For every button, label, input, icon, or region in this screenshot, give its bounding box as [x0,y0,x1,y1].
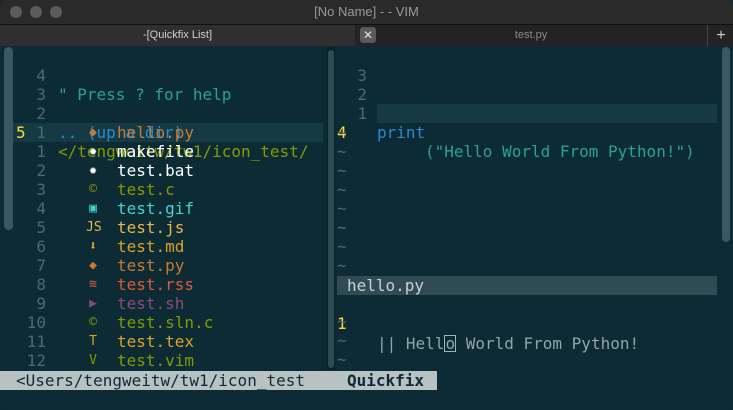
line-number: 10 [26,313,46,332]
tab-test-py[interactable]: ✕ test.py [356,25,706,46]
tilde-marker: ~ [337,331,347,350]
file-row[interactable]: 10 © test.sln.c [0,313,330,332]
file-row[interactable]: 12 Vtest.vim [0,351,330,370]
vim-window: [No Name] - - VIM -[Quickfix List] ✕ tes… [0,0,733,410]
right-scrollbar-thumb[interactable] [722,47,730,242]
file-name: test.md [117,237,185,256]
tree-line: 3 [0,66,330,104]
file-row[interactable]: 8 ≋ test.rss [0,275,330,294]
tilde-marker: ~ [337,237,347,256]
code-line[interactable]: 1 print ("Hello World From Python!") [337,85,694,161]
file-name: makefile [117,142,195,161]
text-cursor: o [444,334,457,353]
quickfix-text-pre: || Hell [377,334,445,353]
file-name: test.c [117,180,175,199]
divider-scrollbar-thumb[interactable] [328,50,334,368]
python-icon: ◆ [89,125,97,140]
c-icon: © [89,182,97,197]
line-number: 11 [26,332,46,351]
tilde-marker: ~ [337,199,347,218]
line-number: 9 [36,294,46,313]
tilde-marker: ~ [337,218,347,237]
file-row[interactable]: 6 ⬇ test.md [0,237,330,256]
file-name: test.vim [117,351,195,370]
file-row[interactable]: 4 ▣ test.gif [0,199,330,218]
gear-icon: ✹ [89,163,97,178]
line-number: 12 [26,351,46,370]
file-row[interactable]: 11 Ttest.tex [0,332,330,351]
quickfix-text-post: World From Python! [456,334,640,353]
code-line[interactable]: 4 [337,104,395,142]
tab-bar: -[Quickfix List] ✕ test.py + [0,25,733,46]
title-bar: [No Name] - - VIM [0,0,733,25]
tab-test-py-label: test.py [514,29,548,41]
tab-quickfix-list[interactable]: -[Quickfix List] [0,25,355,46]
file-name: test.js [117,218,185,237]
tilde-marker: ~ [337,123,347,142]
code-line: 3 [337,47,395,85]
string-literal: ("Hello World From Python!") [425,142,695,161]
file-row[interactable]: 5 JS test.js [0,218,330,237]
tree-line: 4 " Press ? for help [0,47,330,104]
tilde-marker: ~ [337,142,347,161]
rss-icon: ≋ [89,277,97,292]
markdown-icon: ⬇ [89,239,97,254]
csharp-icon: © [89,315,97,330]
tex-icon: T [89,334,97,349]
file-row[interactable]: 9 ▶ test.sh [0,294,330,313]
file-name: test.py [117,256,185,275]
window-title: [No Name] - - VIM [314,4,419,19]
quickfix-text: || Hello World From Python! [377,333,639,353]
right-status-line: Quickfix [337,371,437,390]
line-number: 6 [36,237,46,256]
line-number: 7 [36,256,46,275]
current-line-highlight [377,104,717,123]
tilde-marker: ~ [337,350,347,369]
new-tab-button[interactable]: + [707,25,733,46]
line-number: 8 [36,275,46,294]
file-name: test.sln.c [117,313,214,332]
tilde-marker: ~ [337,256,347,275]
tilde-marker: ~ [337,180,347,199]
image-icon: ▣ [89,201,97,216]
python-icon: ◆ [89,258,97,273]
file-name: hello.py [117,123,195,142]
quickfix-window-title: hello.py [337,276,717,295]
tree-line[interactable]: 2 .. (up a dir) [0,85,330,142]
editor-pane[interactable]: 3 2 1 print ("Hello World From Python!")… [337,47,733,370]
file-row[interactable]: 3 © test.c [0,180,330,199]
tilde-marker: ~ [337,161,347,180]
file-name: test.sh [117,294,185,313]
left-scrollbar-thumb[interactable] [4,47,13,230]
left-status-line: <Users/tengweitw/tw1/icon_test [0,371,337,390]
file-row[interactable]: 2 ✹ test.bat [0,161,330,180]
file-explorer-pane[interactable]: 4 " Press ? for help 3 2 .. (up a dir) 1… [0,47,335,370]
vim-icon: V [89,353,97,368]
file-name: test.rss [117,275,195,294]
file-row[interactable]: 7 ◆ test.py [0,256,330,275]
tree-line: 1 </tengweitw/tw1/icon_test/ [0,104,330,161]
shell-icon: ▶ [89,296,97,311]
javascript-icon: JS [86,220,102,235]
quickfix-line[interactable]: 1 || Hello World From Python! [337,295,717,353]
file-name: test.gif [117,199,195,218]
file-row[interactable]: 1 ✹ makefile [0,142,330,161]
status-line-fill [437,371,733,390]
file-row[interactable]: 5 ◆ hello.py [0,123,330,142]
tilde-marker: ~ [337,312,347,331]
file-name: test.bat [117,161,195,180]
gear-icon: ✹ [89,144,97,159]
file-name: test.tex [117,332,195,351]
code-line: 2 [337,66,395,104]
